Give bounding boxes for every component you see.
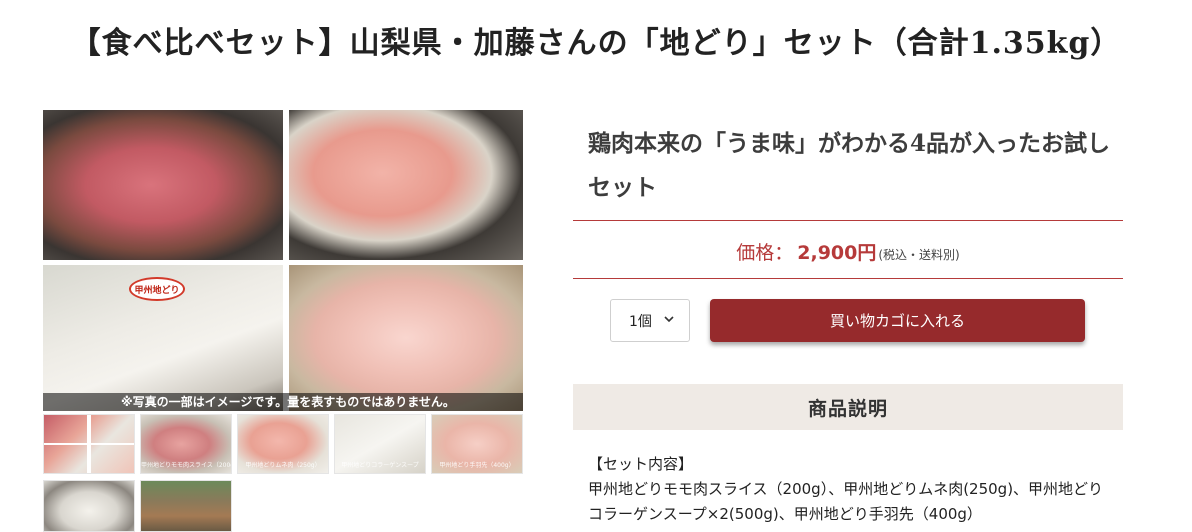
image-notice: ※写真の一部はイメージです。量を表すものではありません。 [43, 393, 523, 411]
chevron-down-icon [664, 316, 674, 323]
price-value: 2,900円 [797, 242, 877, 264]
set-contents-text: 甲州地どりモモ肉スライス（200g）、甲州地どりムネ肉(250g)、甲州地どりコ… [588, 480, 1104, 523]
pack-label: 甲州地どり [129, 277, 185, 301]
thumbnail-2[interactable]: 甲州地どりモモ肉スライス（200g） [140, 414, 232, 474]
thumbnail-caption: 甲州地どりムネ肉（250g） [245, 462, 321, 469]
description-heading: 商品説明 [573, 384, 1123, 430]
thumbnail-caption: 甲州地どり手羽先（400g） [439, 462, 515, 469]
product-title: 【食べ比べセット】山梨県・加藤さんの「地どり」セット（合計1.35kg） [70, 26, 1122, 61]
photo-thigh-slices [43, 110, 283, 260]
photo-collagen-soup: 甲州地どり [43, 265, 283, 411]
thumbnail-caption: 甲州地どりモモ肉スライス（200g） [141, 462, 231, 469]
thumbnail-7[interactable] [140, 480, 232, 532]
divider [573, 278, 1123, 279]
photo-wings [289, 265, 523, 411]
main-product-image[interactable]: 甲州地どり ※写真の一部はイメージです。量を表すものではありません。 [43, 110, 523, 411]
thumbnail-5[interactable]: 甲州地どり手羽先（400g） [431, 414, 523, 474]
thumbnail-caption: 甲州地どりコラーゲンスープ [341, 462, 419, 469]
add-to-cart-button[interactable]: 買い物カゴに入れる [710, 299, 1085, 342]
thumbnail-3[interactable]: 甲州地どりムネ肉（250g） [237, 414, 329, 474]
quantity-value: 1個 [629, 313, 652, 330]
price-row: 価格： 2,900円 (税込・送料別) [573, 238, 1123, 265]
thumbnail-1[interactable] [43, 414, 135, 474]
photo-breast [289, 110, 523, 260]
divider [573, 220, 1123, 221]
set-contents-label: 【セット内容】 [588, 455, 694, 473]
thumbnail-6[interactable] [43, 480, 135, 532]
price-label: 価格： [736, 242, 794, 264]
quantity-select[interactable]: 1個 [610, 299, 690, 342]
product-lead: 鶏肉本来の「うま味」がわかる4品が入ったお試しセット [588, 130, 1111, 201]
thumbnail-4[interactable]: 甲州地どりコラーゲンスープ [334, 414, 426, 474]
price-note: (税込・送料別) [878, 248, 960, 262]
product-description: 【セット内容】 甲州地どりモモ肉スライス（200g）、甲州地どりムネ肉(250g… [588, 452, 1113, 527]
